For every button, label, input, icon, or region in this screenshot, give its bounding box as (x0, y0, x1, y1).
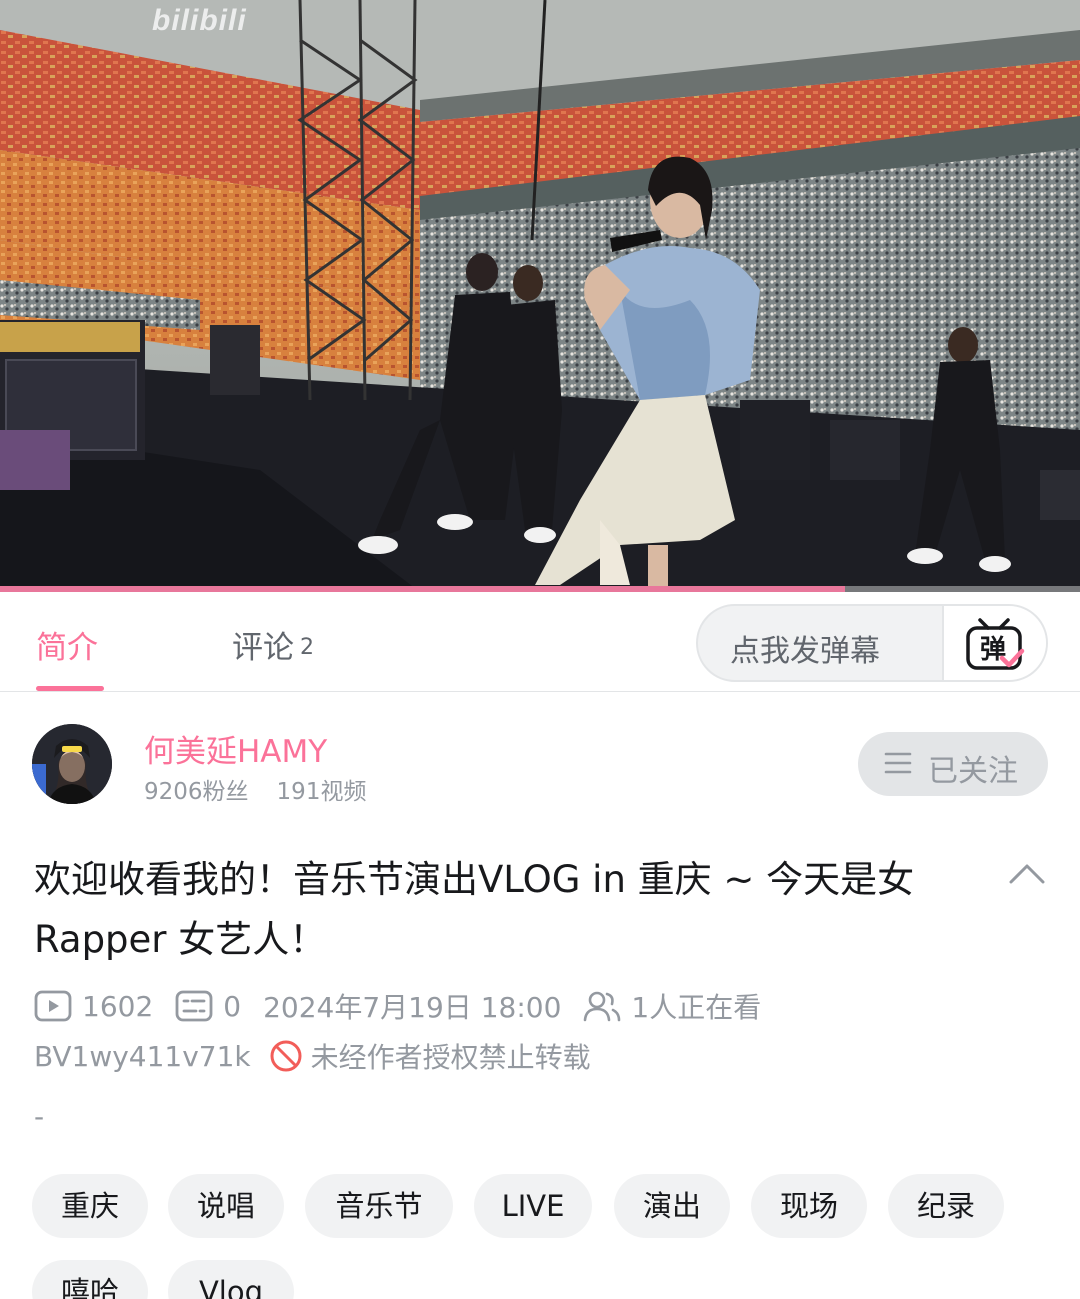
play-count-icon (34, 990, 72, 1022)
tag-item[interactable]: LIVE (474, 1174, 592, 1238)
danmaku-send-button[interactable]: 弹 (942, 606, 1046, 680)
publish-time: 2024年7月19日 18:00 (263, 991, 562, 1024)
view-count: 1602 (34, 990, 153, 1023)
tab-active-indicator (36, 686, 104, 691)
tag-item[interactable]: 纪录 (888, 1174, 1004, 1238)
uploader-fans: 9206粉丝 (144, 779, 249, 805)
video-frame (0, 0, 1080, 592)
tab-comments-count: 2 (300, 635, 314, 660)
follow-button[interactable]: 已关注 (858, 732, 1048, 796)
forbid-icon (270, 1040, 302, 1072)
uploader-stats: 9206粉丝 191视频 (144, 772, 366, 806)
tag-item[interactable]: 演出 (614, 1174, 730, 1238)
tag-item[interactable]: 嘻哈 (32, 1260, 148, 1299)
view-count-value: 1602 (82, 989, 154, 1023)
danmaku-count-icon (175, 990, 213, 1022)
danmaku-count: 0 (175, 990, 241, 1023)
tag-item[interactable]: 说唱 (168, 1174, 284, 1238)
video-watermark: bilibili (152, 4, 247, 37)
tab-bar: 简介 评论 2 点我发弹幕 弹 (0, 592, 1080, 692)
danmaku-send-icon: 弹 (966, 618, 1025, 670)
uploader-avatar[interactable] (32, 724, 112, 804)
tab-comments-label: 评论 (232, 630, 294, 666)
video-player[interactable]: bilibili (0, 0, 1080, 592)
danmaku-input-box[interactable]: 点我发弹幕 弹 (696, 604, 1048, 682)
video-description: - (34, 1100, 45, 1133)
video-title: 欢迎收看我的！音乐节演出VLOG in 重庆 ~ 今天是女Rapper 女艺人！ (34, 858, 915, 961)
uploader-name[interactable]: 何美延HAMY (144, 726, 327, 771)
watching-now-value: 1人正在看 (631, 991, 762, 1024)
watching-icon (584, 991, 621, 1022)
tag-item[interactable]: 音乐节 (305, 1174, 453, 1238)
chevron-up-icon[interactable] (1008, 862, 1046, 886)
tab-comments[interactable]: 评论 2 (232, 622, 314, 667)
copyright-notice: 未经作者授权禁止转载 (310, 1041, 591, 1074)
danmaku-count-value: 0 (223, 989, 242, 1023)
video-meta-row: 1602 0 2024年7月19日 18:00 1人正在看 (34, 986, 783, 1026)
follow-button-label: 已关注 (928, 754, 1018, 789)
tab-intro[interactable]: 简介 (36, 622, 98, 667)
watching-now: 1人正在看 (583, 986, 761, 1026)
bvid[interactable]: BV1wy411v71k (34, 1040, 251, 1073)
menu-icon (884, 752, 912, 774)
video-meta-row-2: BV1wy411v71k 未经作者授权禁止转载 (34, 1036, 591, 1076)
tag-item[interactable]: Vlog (168, 1260, 294, 1299)
tag-item[interactable]: 重庆 (32, 1174, 148, 1238)
uploader-video-count: 191视频 (276, 779, 367, 805)
danmaku-input-placeholder: 点我发弹幕 (730, 634, 880, 669)
tag-item[interactable]: 现场 (751, 1174, 867, 1238)
